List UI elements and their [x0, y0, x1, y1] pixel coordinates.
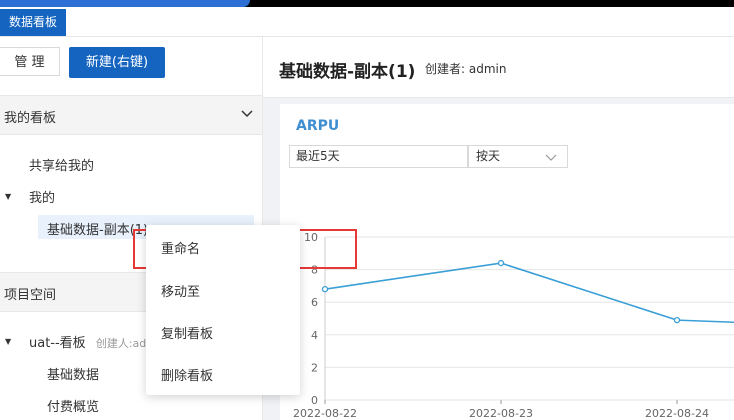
menu-item-copy-board[interactable]: 复制看板	[161, 323, 213, 342]
y-tick-label: 2	[311, 361, 318, 374]
data-point	[321, 286, 329, 293]
data-point	[673, 316, 681, 324]
menu-item-move-to[interactable]: 移动至	[161, 281, 200, 300]
x-tick-label: 2022-08-24	[645, 407, 709, 420]
series-line	[324, 262, 734, 324]
y-tick-label: 0	[311, 394, 318, 407]
y-tick-label: 4	[311, 329, 318, 342]
menu-item-delete-board[interactable]: 删除看板	[161, 365, 213, 384]
y-tick-label: 6	[311, 296, 318, 309]
data-point	[497, 259, 505, 267]
x-tick-label: 2022-08-23	[469, 407, 533, 420]
x-tick-label: 2022-08-22	[293, 407, 357, 420]
menu-item-rename[interactable]: 重命名	[161, 238, 200, 257]
context-menu: 重命名 移动至 复制看板 删除看板	[146, 225, 300, 395]
arpu-line-chart: 02468102022-08-222022-08-232022-08-24202…	[293, 231, 734, 420]
